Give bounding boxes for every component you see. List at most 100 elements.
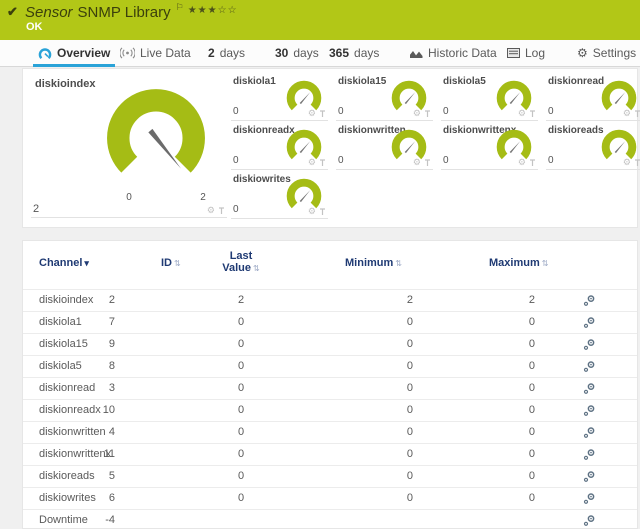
- tab-2-days[interactable]: 2days: [208, 40, 245, 66]
- pin-icon[interactable]: [424, 110, 431, 118]
- cell-last-value: 0: [238, 334, 244, 355]
- gear-icon[interactable]: ⚙: [308, 109, 316, 118]
- object-kind-label: Sensor: [25, 4, 73, 21]
- tab-historic-data[interactable]: Historic Data: [410, 40, 497, 66]
- table-row: diskioindex 2 2 2 2: [23, 289, 637, 311]
- status-badge: OK: [26, 21, 43, 33]
- pin-icon[interactable]: [319, 208, 326, 216]
- gauge-tile-diskiola1[interactable]: diskiola1 0 ⚙: [231, 75, 328, 121]
- column-header-minimum[interactable]: Minimum⇅: [345, 257, 402, 269]
- gear-icon[interactable]: ⚙: [413, 158, 421, 167]
- channel-label: diskionread: [548, 76, 604, 87]
- channel-settings-icon[interactable]: [583, 382, 596, 395]
- gauge-tile-diskiola5[interactable]: diskiola5 0 ⚙: [441, 75, 538, 121]
- sensor-overview-page: ✔ SensorSNMP Library⚐★★★☆☆ OK Overview L…: [0, 0, 640, 529]
- gear-icon[interactable]: ⚙: [518, 158, 526, 167]
- tab-30-days[interactable]: 30days: [275, 40, 319, 66]
- gear-icon[interactable]: ⚙: [308, 158, 316, 167]
- column-header-maximum[interactable]: Maximum⇅: [489, 257, 548, 269]
- channel-settings-icon[interactable]: [583, 514, 596, 527]
- tab-log[interactable]: Log: [507, 40, 545, 66]
- gear-icon[interactable]: ⚙: [207, 206, 215, 215]
- table-row: diskiowrites 6 0 0 0: [23, 487, 637, 509]
- tab-number: 365: [329, 46, 349, 60]
- stars-empty[interactable]: ☆☆: [218, 5, 238, 16]
- gauge-tile-diskiowrites[interactable]: diskiowrites 0 ⚙: [231, 173, 328, 219]
- channel-value: 0: [338, 155, 344, 166]
- gauge-tile-diskionread[interactable]: diskionread 0 ⚙: [546, 75, 640, 121]
- channel-settings-icon[interactable]: [583, 470, 596, 483]
- table-header-row: Channel▾ ID⇅ LastValue⇅ Minimum⇅ Maximum…: [23, 241, 637, 289]
- cell-last-value: 0: [238, 378, 244, 399]
- cell-id: 9: [63, 334, 115, 355]
- cell-last-value: 0: [238, 400, 244, 421]
- gauge-tile-diskioindex[interactable]: diskioindex 0 2 2 ⚙: [31, 75, 227, 218]
- cell-last-value: 0: [238, 356, 244, 377]
- cell-id: 11: [63, 444, 115, 465]
- gauge-tile-diskiola15[interactable]: diskiola15 0 ⚙: [336, 75, 433, 121]
- table-row: Downtime -4: [23, 509, 637, 529]
- sensor-name: SNMP Library: [78, 4, 171, 21]
- gear-icon[interactable]: ⚙: [623, 158, 631, 167]
- gear-icon[interactable]: ⚙: [308, 207, 316, 216]
- table-row: diskionread 3 0 0 0: [23, 377, 637, 399]
- tab-live-data[interactable]: Live Data: [120, 40, 191, 66]
- gauge-tile-diskionreadx[interactable]: diskionreadx 0 ⚙: [231, 124, 328, 170]
- column-header-channel[interactable]: Channel▾: [39, 257, 89, 269]
- cell-last-value: 0: [238, 466, 244, 487]
- table-row: diskiola5 8 0 0 0: [23, 355, 637, 377]
- channel-label: diskiola1: [233, 76, 276, 87]
- cell-minimum: 0: [363, 400, 413, 421]
- table-row: diskioreads 5 0 0 0: [23, 465, 637, 487]
- cell-minimum: 0: [363, 466, 413, 487]
- channel-settings-icon[interactable]: [583, 426, 596, 439]
- cell-maximum: 0: [485, 334, 535, 355]
- cell-minimum: 0: [363, 422, 413, 443]
- area-chart-icon: [410, 48, 423, 59]
- pin-icon[interactable]: [634, 159, 640, 167]
- tab-overview[interactable]: Overview: [38, 40, 110, 66]
- pin-icon[interactable]: [424, 159, 431, 167]
- gauge-tile-diskioreads[interactable]: diskioreads 0 ⚙: [546, 124, 640, 170]
- cell-last-value: 0: [238, 488, 244, 509]
- cell-maximum: 0: [485, 488, 535, 509]
- tab-label: Historic Data: [428, 46, 497, 60]
- pin-icon[interactable]: [319, 159, 326, 167]
- pin-icon[interactable]: [319, 110, 326, 118]
- channel-settings-icon[interactable]: [583, 492, 596, 505]
- pin-icon[interactable]: [218, 207, 225, 215]
- priority-stars[interactable]: ★★★☆☆: [188, 5, 238, 16]
- channel-settings-icon[interactable]: [583, 448, 596, 461]
- gear-icon: ⚙: [577, 47, 588, 59]
- gauge-tile-diskionwritten[interactable]: diskionwritten 0 ⚙: [336, 124, 433, 170]
- column-header-last-value[interactable]: LastValue⇅: [209, 250, 273, 275]
- tab-settings[interactable]: ⚙ Settings: [577, 40, 636, 66]
- gear-icon[interactable]: ⚙: [623, 109, 631, 118]
- tab-365-days[interactable]: 365days: [329, 40, 379, 66]
- sort-icon: ⇅: [395, 259, 402, 268]
- cell-last-value: 0: [238, 312, 244, 333]
- gauge-scale-max: 2: [193, 192, 213, 203]
- channel-settings-icon[interactable]: [583, 404, 596, 417]
- channel-label: diskioreads: [548, 125, 604, 136]
- pin-icon[interactable]: [529, 110, 536, 118]
- cell-minimum: 0: [363, 488, 413, 509]
- column-header-id[interactable]: ID⇅: [161, 257, 181, 269]
- pin-icon[interactable]: [634, 110, 640, 118]
- gauge-icon: [38, 47, 52, 60]
- stars-filled[interactable]: ★★★: [188, 5, 218, 16]
- cell-id: 7: [63, 312, 115, 333]
- gear-icon[interactable]: ⚙: [518, 109, 526, 118]
- channel-settings-icon[interactable]: [583, 294, 596, 307]
- tab-number: 2: [208, 46, 215, 60]
- channel-value: 0: [548, 106, 554, 117]
- priority-flag-icon[interactable]: ⚐: [176, 2, 184, 12]
- pin-icon[interactable]: [529, 159, 536, 167]
- channel-settings-icon[interactable]: [583, 316, 596, 329]
- channel-settings-icon[interactable]: [583, 338, 596, 351]
- channel-settings-icon[interactable]: [583, 360, 596, 373]
- gauge-tile-diskionwrittenx[interactable]: diskionwrittenx 0 ⚙: [441, 124, 538, 170]
- gear-icon[interactable]: ⚙: [413, 109, 421, 118]
- sort-icon: ⇅: [253, 264, 260, 273]
- cell-maximum: 0: [485, 312, 535, 333]
